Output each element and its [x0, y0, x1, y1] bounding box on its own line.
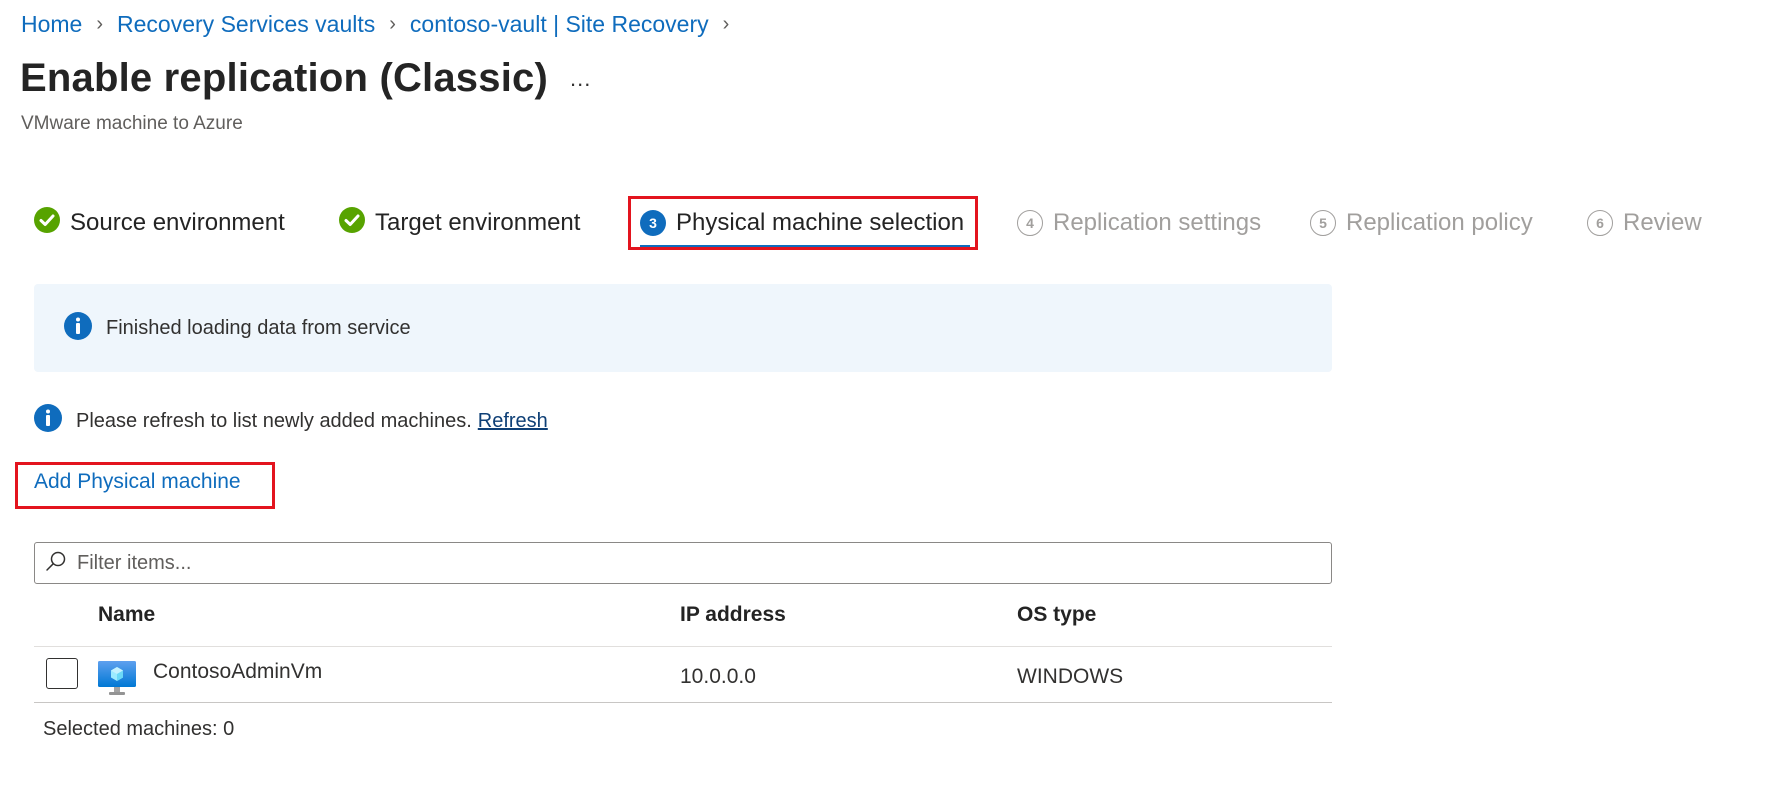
step-target-environment[interactable]: Target environment [339, 196, 580, 250]
step-label: Physical machine selection [676, 209, 965, 236]
virtual-machine-icon [98, 661, 136, 702]
step-replication-settings[interactable]: 4 Replication settings [1017, 196, 1261, 250]
step-number-badge: 4 [1017, 210, 1043, 236]
info-icon [34, 404, 62, 438]
step-label: Replication settings [1053, 209, 1262, 236]
step-label: Replication policy [1346, 209, 1533, 236]
machine-ip-address: 10.0.0.0 [680, 665, 756, 688]
chevron-right-icon: › [722, 12, 730, 35]
wizard-steps: Source environment Target environment 3 … [0, 196, 1776, 250]
header-divider [34, 646, 1332, 647]
step-replication-policy[interactable]: 5 Replication policy [1310, 196, 1533, 250]
filter-input[interactable] [75, 550, 1331, 576]
step-label: Target environment [375, 209, 581, 236]
page-title: Enable replication (Classic) [20, 56, 548, 100]
chevron-right-icon: › [96, 12, 104, 35]
step-number-badge: 6 [1587, 210, 1613, 236]
check-circle-icon [34, 206, 60, 240]
step-source-environment[interactable]: Source environment [34, 196, 285, 250]
selected-machines-count: Selected machines: 0 [43, 718, 235, 740]
breadcrumb-home[interactable]: Home [21, 11, 82, 38]
check-circle-icon [339, 206, 365, 240]
more-options-button[interactable]: ... [570, 66, 591, 92]
filter-box [34, 542, 1332, 584]
chevron-right-icon: › [389, 12, 396, 35]
breadcrumb: Home › Recovery Services vaults › contos… [21, 8, 743, 40]
refresh-link[interactable]: Refresh [478, 410, 548, 433]
page-subtitle: VMware machine to Azure [21, 113, 243, 134]
refresh-notice: Please refresh to list newly added machi… [34, 404, 548, 438]
machine-name: ContosoAdminVm [153, 660, 323, 683]
search-icon [45, 550, 67, 577]
info-banner: Finished loading data from service [34, 284, 1332, 372]
column-header-os-type[interactable]: OS type [1017, 603, 1096, 627]
refresh-notice-text: Please refresh to list newly added machi… [76, 409, 472, 432]
column-header-name[interactable]: Name [98, 603, 155, 627]
row-divider [34, 702, 1332, 703]
row-checkbox[interactable] [46, 658, 78, 689]
step-label: Review [1623, 209, 1702, 236]
banner-text: Finished loading data from service [106, 316, 411, 339]
step-number-badge: 5 [1310, 210, 1336, 236]
step-review[interactable]: 6 Review [1587, 196, 1702, 250]
step-number-badge: 3 [640, 210, 666, 236]
machine-os-type: WINDOWS [1017, 665, 1124, 688]
add-physical-machine-link[interactable]: Add Physical machine [34, 470, 241, 494]
step-physical-machine-selection[interactable]: 3 Physical machine selection [640, 196, 964, 250]
breadcrumb-recovery-services-vaults[interactable]: Recovery Services vaults [117, 11, 375, 38]
step-label: Source environment [70, 209, 285, 236]
info-icon [64, 311, 92, 345]
column-header-ip-address[interactable]: IP address [680, 603, 786, 627]
breadcrumb-contoso-vault[interactable]: contoso-vault | Site Recovery [410, 11, 709, 38]
